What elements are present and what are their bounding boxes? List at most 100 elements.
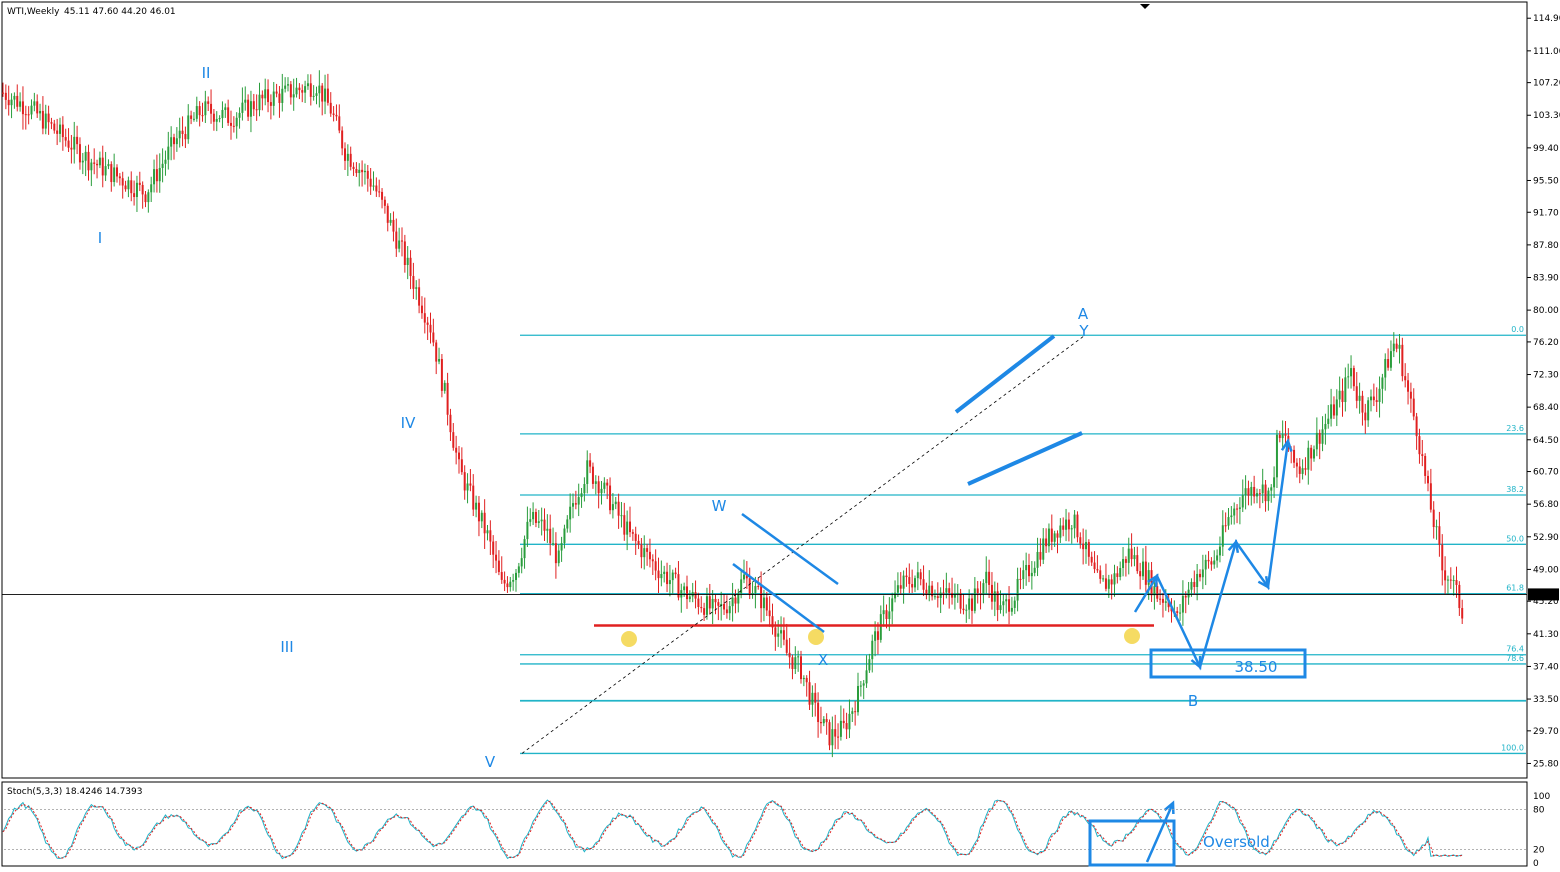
candle-bear [697, 598, 700, 607]
candle-bull [896, 585, 899, 593]
candle-bull [486, 530, 489, 534]
candle-bull [281, 88, 284, 103]
candle-bear [714, 598, 717, 603]
candle-bear [1130, 548, 1133, 560]
candle-bear [207, 101, 210, 104]
stoch-tick-label: 0 [1533, 859, 1539, 868]
candle-bear [990, 584, 993, 602]
candle-bear [1318, 432, 1321, 444]
candle-bull [811, 692, 814, 705]
candle-bear [654, 561, 657, 571]
candle-bull [1010, 607, 1013, 612]
candle-bear [409, 257, 412, 277]
candle-bull [871, 640, 874, 660]
price-tick-label: 83.90 [1533, 274, 1559, 284]
candle-bull [135, 182, 138, 198]
candle-bear [1387, 358, 1390, 368]
candle-bear [432, 332, 435, 343]
candle-bear [640, 544, 643, 558]
candle-bear [1247, 488, 1250, 496]
candle-bull [1181, 595, 1184, 613]
fib-level-label: 23.6 [1506, 424, 1524, 433]
candle-bull [59, 124, 61, 134]
candle-bear [1184, 595, 1187, 598]
candle-bull [546, 528, 549, 531]
candle-bull [660, 574, 663, 579]
candle-bull [1221, 525, 1224, 547]
candle-bear [1028, 564, 1030, 577]
candle-bear [1144, 561, 1147, 585]
candle-bear [834, 729, 837, 737]
candle-bear [420, 305, 423, 314]
candle-bear [1449, 579, 1452, 581]
candle-bull [1315, 432, 1318, 450]
support-touch-marker [1124, 628, 1140, 644]
candle-bear [976, 588, 979, 594]
candle-bear [666, 571, 669, 585]
candle-bear [1341, 390, 1344, 403]
candle-bear [1045, 538, 1048, 547]
price-chart-svg[interactable]: 0.023.638.250.061.876.478.6100.0 46.0138… [0, 0, 1560, 869]
candle-bull [537, 521, 540, 523]
candle-bear [429, 324, 432, 333]
candle-bull [1107, 579, 1110, 589]
candle-bear [332, 113, 335, 115]
candle-bull [44, 113, 47, 129]
candle-bear [748, 578, 751, 595]
candle-bull [1133, 555, 1136, 560]
candle-bear [919, 572, 922, 580]
candle-bear [1161, 598, 1164, 603]
candle-bull [874, 631, 877, 641]
candle-bear [543, 519, 546, 531]
candle-bear [1099, 570, 1102, 579]
candle-bull [1350, 368, 1353, 377]
candle-bear [352, 166, 355, 169]
candle-bull [859, 685, 862, 687]
candle-bull [466, 483, 469, 491]
price-tick-label: 45.20 [1533, 597, 1559, 607]
candle-bull [1033, 567, 1036, 573]
chart-symbol-timeframe: WTI,Weekly [7, 7, 60, 17]
price-tick-label: 37.40 [1533, 662, 1559, 672]
candle-bull [968, 598, 971, 610]
price-tick-label: 29.70 [1533, 727, 1559, 737]
candle-bull [170, 137, 173, 147]
candle-bear [173, 137, 175, 145]
wave-label-x: X [818, 651, 828, 669]
candle-bear [760, 586, 763, 609]
candle-bear [375, 185, 378, 192]
candle-bear [694, 592, 697, 599]
candle-bull [1338, 390, 1341, 400]
candle-bull [1073, 514, 1076, 529]
candle-bear [469, 483, 472, 486]
candle-bull [127, 180, 130, 190]
price-tick-label: 114.90 [1533, 14, 1560, 24]
candle-bull [178, 130, 181, 139]
candle-bear [606, 482, 609, 486]
candle-bear [734, 597, 737, 604]
candle-bull [620, 515, 623, 517]
candle-bull [668, 580, 671, 585]
candle-bear [899, 585, 902, 589]
wave-label-v: V [485, 753, 496, 771]
candle-bull [982, 583, 985, 595]
candle-bull [1384, 358, 1387, 378]
candle-bull [147, 192, 150, 203]
candle-bull [945, 588, 948, 593]
candle-bear [449, 414, 452, 433]
chart-window[interactable]: 0.0 23.6 38.2 50.0 61.8 76.4 78.6 100.0 46.01 38… [0, 0, 1560, 869]
candle-bear [110, 164, 113, 183]
candle-bear [269, 102, 272, 106]
stoch-tick-label: 20 [1533, 846, 1545, 856]
candle-bear [1455, 580, 1458, 585]
candle-bull [1452, 580, 1455, 582]
candle-bear [1418, 436, 1421, 455]
candle-bear [64, 137, 67, 141]
candle-bull [1164, 601, 1167, 603]
candle-bear [971, 598, 973, 611]
candle-bull [1002, 601, 1005, 606]
candle-bear [506, 583, 509, 588]
candle-bull [862, 683, 865, 686]
candle-bull [888, 611, 891, 619]
candle-bear [1461, 608, 1464, 619]
